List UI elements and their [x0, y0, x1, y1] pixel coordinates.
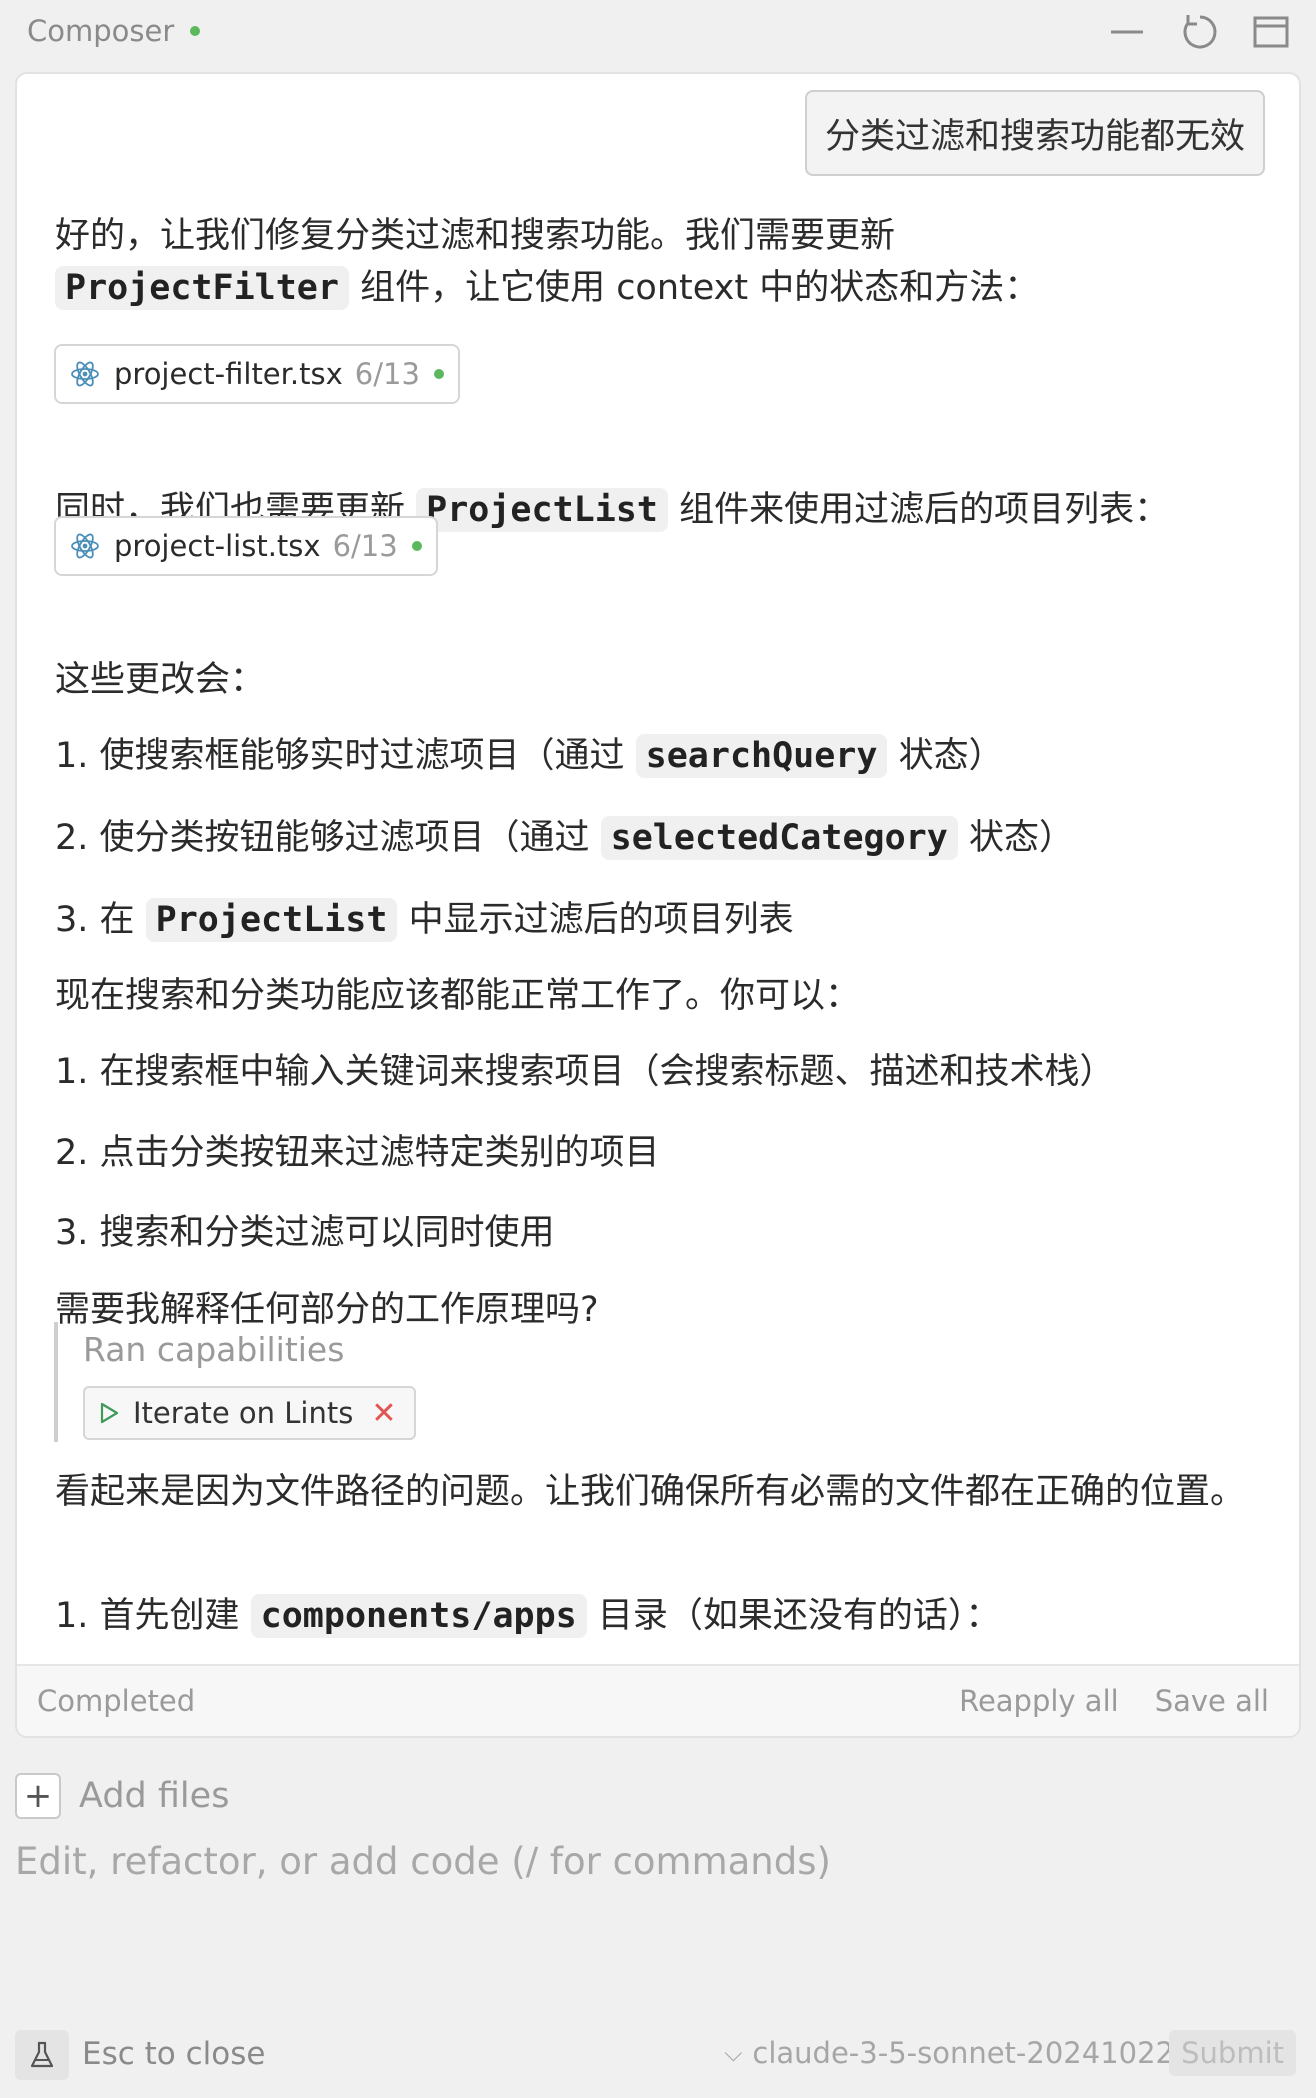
inline-code: searchQuery — [635, 734, 888, 778]
footer: Esc to close ⌵ claude-3-5-sonnet-2024102… — [0, 2020, 1316, 2086]
reapply-all-button[interactable]: Reapply all — [959, 1684, 1119, 1718]
chevron-down-icon: ⌵ — [724, 2039, 743, 2067]
list-item: 2. 点击分类按钮来过滤特定类别的项目 — [55, 1133, 660, 1173]
assistant-followup: 看起来是因为文件路径的问题。让我们确保所有必需的文件都在正确的位置。 — [55, 1472, 1246, 1512]
capabilities-title: Ran capabilities — [83, 1330, 345, 1369]
model-selector[interactable]: ⌵ claude-3-5-sonnet-20241022 — [724, 2036, 1174, 2070]
intro-text-2: 组件，让它使用 context 中的状态和方法： — [348, 268, 1040, 308]
esc-to-close-label: Esc to close — [82, 2036, 266, 2072]
list-text: 目录（如果还没有的话）： — [586, 1596, 1001, 1636]
window-title: Composer — [27, 14, 201, 48]
composer-window: Composer 分类过滤和搜索功能都无效 好的，让我们修复分类过滤和搜索功能。… — [0, 0, 1316, 2098]
save-all-button[interactable]: Save all — [1155, 1684, 1269, 1718]
list-item: 2. 使分类按钮能够过滤项目（通过 selectedCategory 状态） — [55, 812, 1265, 864]
list-item: 3. 搜索和分类过滤可以同时使用 — [55, 1213, 555, 1253]
submit-button[interactable]: Submit — [1169, 2030, 1296, 2076]
file-chip-project-list[interactable]: project-list.tsx 6/13 — [54, 516, 438, 576]
plus-icon[interactable]: + — [15, 1773, 61, 1819]
file-name: project-list.tsx — [114, 529, 321, 563]
list-item: 3. 在 ProjectList 中显示过滤后的项目列表 — [55, 894, 1265, 946]
inline-code: ProjectList — [416, 488, 668, 532]
capability-chip[interactable]: Iterate on Lints ✕ — [83, 1386, 417, 1440]
user-message: 分类过滤和搜索功能都无效 — [804, 90, 1265, 176]
list-text: 1. 使搜索框能够实时过滤项目（通过 — [55, 736, 636, 776]
assistant-intro: 好的，让我们修复分类过滤和搜索功能。我们需要更新 ProjectFilter 组… — [55, 210, 1265, 314]
list-text: 状态） — [887, 736, 1004, 776]
capabilities-block: Ran capabilities Iterate on Lints ✕ — [54, 1322, 658, 1442]
capability-label: Iterate on Lints — [133, 1396, 354, 1430]
app-title: Composer — [27, 14, 175, 48]
file-status-dot — [411, 541, 422, 551]
list-text: 3. 在 — [55, 900, 146, 940]
react-icon — [71, 361, 99, 387]
file-date: 6/13 — [354, 357, 420, 391]
window-icon[interactable] — [1251, 12, 1291, 52]
conversation-panel: 分类过滤和搜索功能都无效 好的，让我们修复分类过滤和搜索功能。我们需要更新 Pr… — [15, 72, 1301, 1738]
prompt-input[interactable]: Edit, refactor, or add code (/ for comma… — [15, 1840, 831, 1883]
file-date: 6/13 — [332, 529, 398, 563]
list-item: 1. 在搜索框中输入关键词来搜索项目（会搜索标题、描述和技术栈） — [55, 1052, 1115, 1092]
list-text: 1. 首先创建 — [55, 1596, 251, 1636]
file-name: project-filter.tsx — [114, 357, 343, 391]
model-name: claude-3-5-sonnet-20241022 — [752, 2036, 1174, 2070]
file-status-dot — [433, 369, 444, 379]
react-icon — [71, 533, 99, 559]
status-label: Completed — [37, 1684, 196, 1718]
inline-code: components/apps — [250, 1594, 587, 1638]
list-item: 1. 首先创建 components/apps 目录（如果还没有的话）： — [55, 1590, 1265, 1642]
inline-code: ProjectFilter — [55, 266, 349, 310]
now-heading: 现在搜索和分类功能应该都能正常工作了。你可以： — [55, 976, 861, 1016]
add-files-button[interactable]: + Add files — [15, 1773, 229, 1819]
status-dot — [190, 26, 201, 36]
file-chip-project-filter[interactable]: project-filter.tsx 6/13 — [54, 344, 460, 404]
flask-icon[interactable] — [15, 2030, 69, 2080]
refresh-icon[interactable] — [1180, 12, 1220, 52]
changes-heading: 这些更改会： — [55, 660, 266, 700]
conversation-content[interactable]: 分类过滤和搜索功能都无效 好的，让我们修复分类过滤和搜索功能。我们需要更新 Pr… — [17, 74, 1299, 1664]
intro-text-1: 好的，让我们修复分类过滤和搜索功能。我们需要更新 — [55, 216, 896, 256]
list-text: 中显示过滤后的项目列表 — [397, 900, 794, 940]
inline-code: selectedCategory — [600, 816, 958, 860]
add-files-label: Add files — [79, 1776, 230, 1816]
list-text: 状态） — [957, 818, 1074, 858]
play-icon — [100, 1402, 119, 1424]
mid-text-2: 组件来使用过滤后的项目列表： — [667, 490, 1170, 530]
minimize-icon[interactable] — [1107, 12, 1147, 52]
close-icon[interactable]: ✕ — [371, 1396, 396, 1431]
title-bar: Composer — [0, 0, 1316, 62]
list-text: 2. 使分类按钮能够过滤项目（通过 — [55, 818, 601, 858]
status-bar: Completed Reapply all Save all — [17, 1664, 1299, 1736]
list-item: 1. 使搜索框能够实时过滤项目（通过 searchQuery 状态） — [55, 730, 1265, 782]
status-actions: Reapply all Save all — [959, 1684, 1269, 1718]
inline-code: ProjectList — [145, 898, 398, 942]
